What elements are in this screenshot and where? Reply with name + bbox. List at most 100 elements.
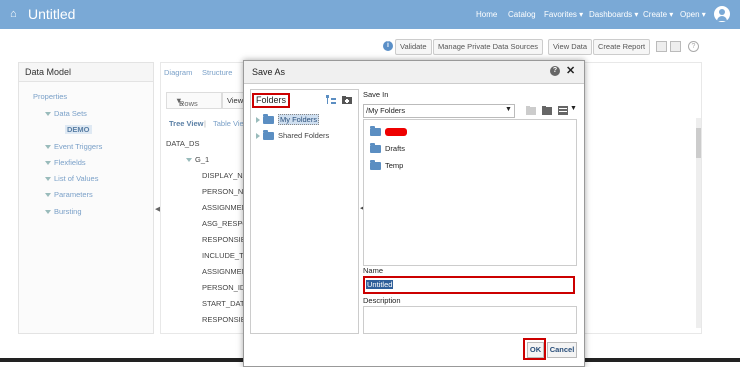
- folder-icon: [370, 160, 381, 171]
- redacted-name: [385, 128, 407, 137]
- tab-structure[interactable]: Structure: [202, 68, 232, 77]
- path-select[interactable]: /My Folders ▼: [363, 104, 515, 118]
- drafts-label: Drafts: [385, 144, 406, 153]
- new-folder-icon[interactable]: [342, 95, 352, 105]
- separator: |: [204, 119, 206, 128]
- manage-data-sources-button[interactable]: Manage Private Data Sources: [433, 39, 544, 55]
- tree-group[interactable]: G_1: [186, 155, 209, 164]
- field-item: ASSIGNMEN: [202, 203, 248, 212]
- list-of-values-label: List of Values: [54, 174, 99, 183]
- validate-button[interactable]: Validate: [395, 39, 432, 55]
- name-field[interactable]: Untitled: [363, 276, 575, 294]
- expand-icon: [256, 133, 260, 140]
- cancel-button[interactable]: Cancel: [547, 342, 577, 358]
- description-label: Description: [363, 296, 401, 305]
- path-value: /My Folders: [366, 106, 406, 115]
- view-data-button[interactable]: View Data: [548, 39, 593, 55]
- temp-label: Temp: [385, 161, 404, 170]
- field-item: PERSON_NU: [202, 187, 249, 196]
- expand-all-icon[interactable]: [326, 95, 336, 105]
- collapse-icon: [45, 193, 51, 198]
- data-sets-label: Data Sets: [54, 109, 87, 118]
- expand-icon: [256, 117, 260, 124]
- user-avatar-icon[interactable]: [714, 6, 730, 22]
- collapse-icon: [45, 161, 51, 166]
- nav-home[interactable]: Home: [476, 10, 497, 19]
- demo-label: DEMO: [65, 125, 92, 134]
- dialog-title: Save As: [252, 67, 286, 77]
- shared-folders-label: Shared Folders: [278, 131, 330, 140]
- parameters-label: Parameters: [54, 190, 93, 199]
- folder-icon: [263, 114, 274, 125]
- save-as-icon[interactable]: [670, 41, 681, 52]
- flexfields-node[interactable]: Flexfields: [45, 158, 86, 167]
- chevron-down-icon[interactable]: ▼: [570, 105, 577, 112]
- chevron-down-icon: ▼: [505, 106, 512, 113]
- description-field[interactable]: [363, 306, 577, 334]
- nav-open[interactable]: Open ▾: [680, 10, 706, 19]
- group-label: G_1: [195, 155, 210, 164]
- help-icon[interactable]: ?: [550, 66, 560, 76]
- expand-icon: [45, 112, 51, 117]
- list-item-temp[interactable]: Temp: [370, 160, 404, 171]
- event-triggers-label: Event Triggers: [54, 142, 103, 151]
- create-report-button[interactable]: Create Report: [593, 39, 651, 55]
- tree-view-link[interactable]: Tree View: [169, 119, 203, 128]
- scroll-thumb[interactable]: [696, 128, 701, 158]
- home-icon[interactable]: ⌂: [10, 8, 17, 20]
- page-title: Untitled: [28, 6, 76, 22]
- nav-catalog[interactable]: Catalog: [508, 10, 536, 19]
- top-bar: ⌂ Untitled Home Catalog Favorites ▾ Dash…: [0, 0, 740, 29]
- rows-select[interactable]: Rows 5 ▼: [166, 92, 222, 109]
- collapse-icon: [45, 145, 51, 150]
- bursting-label: Bursting: [54, 207, 82, 216]
- view-label: View: [227, 96, 244, 105]
- list-item-drafts[interactable]: Drafts: [370, 143, 406, 154]
- demo-data-set[interactable]: DEMO: [65, 125, 92, 134]
- help-icon[interactable]: ?: [688, 41, 699, 52]
- list-item-redacted[interactable]: [370, 126, 407, 137]
- expand-icon: [186, 158, 192, 163]
- list-view-icon[interactable]: [558, 106, 568, 115]
- nav-favorites[interactable]: Favorites ▾: [544, 10, 583, 19]
- nav-dashboards[interactable]: Dashboards ▾: [589, 10, 638, 19]
- new-folder-icon[interactable]: [542, 106, 552, 115]
- field-item: START_DAT: [202, 299, 245, 308]
- name-label: Name: [363, 266, 384, 275]
- folder-icon: [370, 143, 381, 154]
- field-item: RESPONSIB: [202, 235, 246, 244]
- folder-icon: [370, 126, 381, 137]
- folder-icon: [263, 130, 274, 141]
- tab-diagram[interactable]: Diagram: [164, 68, 192, 77]
- close-icon[interactable]: ✕: [566, 64, 575, 77]
- properties-link[interactable]: Properties: [33, 92, 67, 101]
- panel-header: Data Model: [19, 63, 153, 82]
- data-model-panel: Data Model Properties Data Sets DEMO Eve…: [18, 62, 154, 334]
- table-view-link[interactable]: Table Vie: [213, 119, 244, 128]
- tree-root: DATA_DS: [166, 139, 200, 148]
- event-triggers-node[interactable]: Event Triggers: [45, 142, 102, 151]
- panel-title: Data Model: [25, 67, 72, 77]
- field-item: PERSON_ID: [202, 283, 246, 292]
- bursting-node[interactable]: Bursting: [45, 207, 82, 216]
- ok-button[interactable]: OK: [527, 342, 544, 358]
- info-icon: i: [383, 41, 393, 51]
- folders-header: Folders: [252, 93, 291, 108]
- rows-value: 5: [179, 99, 184, 108]
- nav-create[interactable]: Create ▾: [643, 10, 673, 19]
- tree-item-shared-folders[interactable]: Shared Folders: [256, 130, 330, 141]
- file-list: Drafts Temp: [363, 119, 577, 266]
- field-item: ASG_RESPO: [202, 219, 249, 228]
- data-sets-node[interactable]: Data Sets: [45, 109, 87, 118]
- main-scrollbar[interactable]: [696, 118, 701, 328]
- flexfields-label: Flexfields: [54, 158, 86, 167]
- folders-pane: Folders My Folders Shared Folders: [250, 89, 359, 334]
- save-icon[interactable]: [656, 41, 667, 52]
- dialog-header: Save As ? ✕: [244, 61, 584, 84]
- parameters-node[interactable]: Parameters: [45, 190, 93, 199]
- list-of-values-node[interactable]: List of Values: [45, 174, 98, 183]
- name-value: Untitled: [366, 280, 394, 289]
- up-folder-icon[interactable]: [526, 106, 536, 115]
- ok-button-highlight: OK: [523, 338, 546, 360]
- tree-item-my-folders[interactable]: My Folders: [256, 114, 320, 125]
